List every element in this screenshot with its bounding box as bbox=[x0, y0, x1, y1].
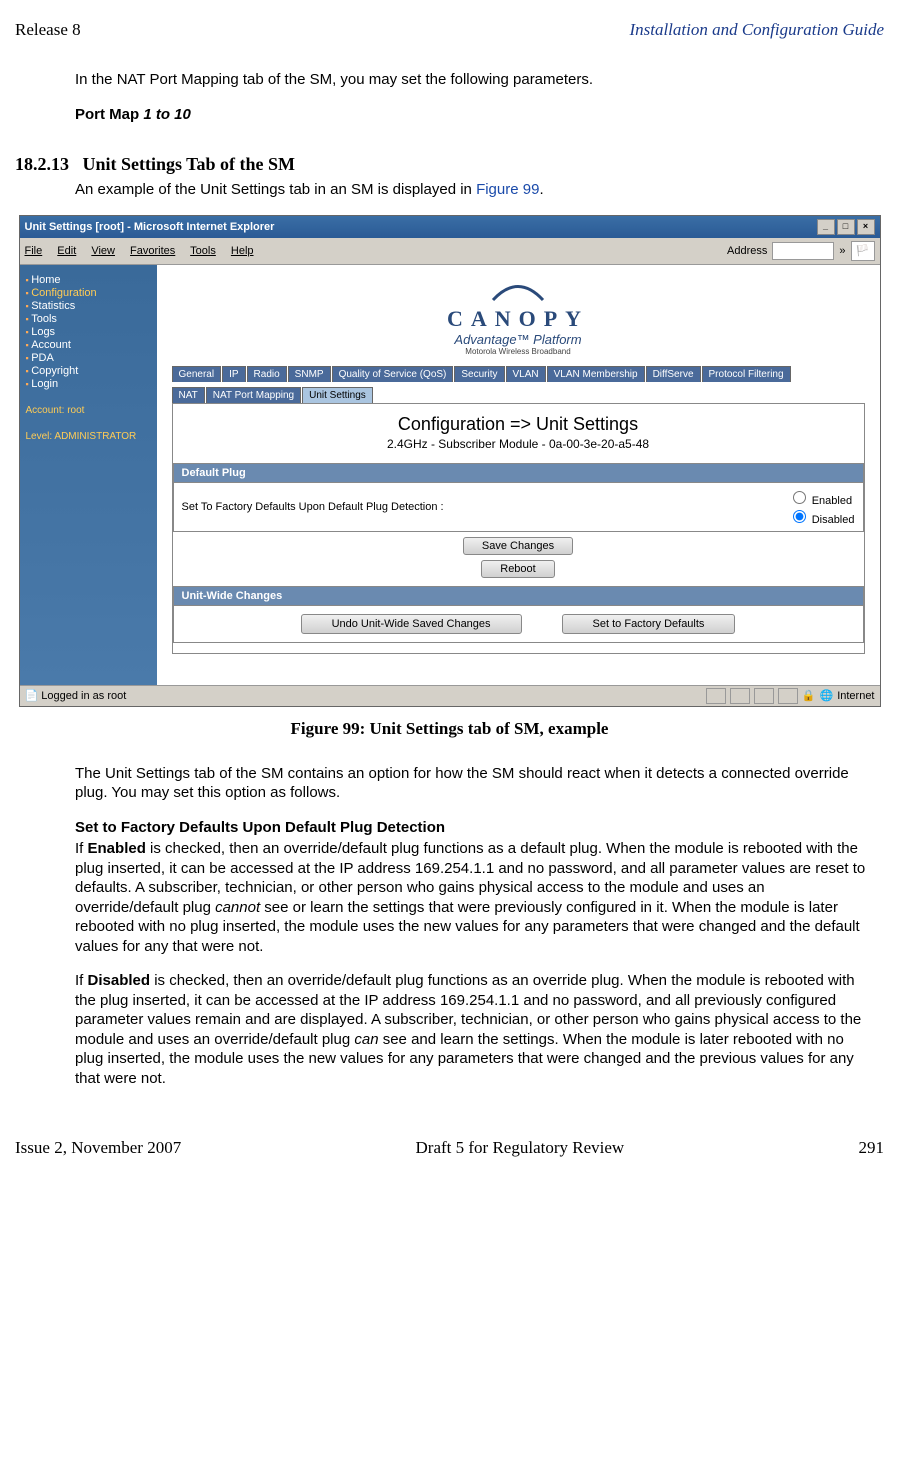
config-subtitle: 2.4GHz - Subscriber Module - 0a-00-3e-20… bbox=[173, 437, 864, 451]
ie-logo-icon: 🏳️ bbox=[851, 241, 875, 261]
after-p2d: cannot bbox=[215, 899, 260, 916]
tab-snmp[interactable]: SNMP bbox=[288, 366, 331, 382]
save-changes-button[interactable]: Save Changes bbox=[463, 537, 573, 555]
sidebar-item-copyright[interactable]: Copyright bbox=[26, 365, 151, 377]
header-guide: Installation and Configuration Guide bbox=[629, 20, 884, 40]
menu-help[interactable]: Help bbox=[231, 245, 254, 257]
tab-vlan-membership[interactable]: VLAN Membership bbox=[547, 366, 645, 382]
canopy-arc-icon bbox=[488, 278, 548, 303]
lock-icon: 🔒 bbox=[802, 689, 816, 702]
tab-unit-settings[interactable]: Unit Settings bbox=[302, 387, 373, 403]
logo: CANOPY Advantage™ Platform Motorola Wire… bbox=[172, 278, 865, 356]
menu-tools[interactable]: Tools bbox=[190, 245, 216, 257]
after-p2a: If bbox=[75, 840, 88, 857]
sidebar-item-statistics[interactable]: Statistics bbox=[26, 300, 151, 312]
browser-window: Unit Settings [root] - Microsoft Interne… bbox=[19, 215, 881, 707]
menu-file[interactable]: File bbox=[25, 245, 43, 257]
status-box-3 bbox=[754, 688, 774, 704]
section-period: . bbox=[539, 181, 543, 198]
header-release: Release 8 bbox=[15, 20, 81, 40]
factory-defaults-button[interactable]: Set to Factory Defaults bbox=[562, 614, 736, 634]
logo-sub: Advantage™ Platform bbox=[172, 332, 865, 347]
window-title: Unit Settings [root] - Microsoft Interne… bbox=[25, 221, 275, 233]
tab-security[interactable]: Security bbox=[454, 366, 504, 382]
default-plug-label: Set To Factory Defaults Upon Default Plu… bbox=[182, 501, 778, 513]
menu-edit[interactable]: Edit bbox=[57, 245, 76, 257]
sidebar-item-home[interactable]: Home bbox=[26, 274, 151, 286]
sidebar-item-pda[interactable]: PDA bbox=[26, 352, 151, 364]
after-p3a: If bbox=[75, 972, 88, 989]
sidebar: Home Configuration Statistics Tools Logs… bbox=[20, 265, 157, 685]
panel-default-plug-header: Default Plug bbox=[173, 463, 864, 483]
panel-unitwide-header: Unit-Wide Changes bbox=[173, 586, 864, 606]
close-icon[interactable]: × bbox=[857, 219, 875, 235]
tab-general[interactable]: General bbox=[172, 366, 222, 382]
sidebar-item-configuration[interactable]: Configuration bbox=[26, 287, 151, 299]
radio-disabled-label: Disabled bbox=[812, 514, 855, 526]
section-lead: An example of the Unit Settings tab in a… bbox=[75, 181, 476, 198]
config-title: Configuration => Unit Settings bbox=[173, 414, 864, 435]
sidebar-item-account[interactable]: Account bbox=[26, 339, 151, 351]
tab-qos[interactable]: Quality of Service (QoS) bbox=[332, 366, 454, 382]
address-label: Address bbox=[727, 245, 767, 257]
status-right: Internet bbox=[837, 690, 874, 702]
tab-nat[interactable]: NAT bbox=[172, 387, 205, 403]
sidebar-item-tools[interactable]: Tools bbox=[26, 313, 151, 325]
figure-ref-link[interactable]: Figure 99 bbox=[476, 181, 539, 198]
section-title: Unit Settings Tab of the SM bbox=[83, 154, 296, 174]
section-number: 18.2.13 bbox=[15, 154, 69, 174]
radio-enabled[interactable]: Enabled bbox=[788, 488, 855, 507]
tab-diffserve[interactable]: DiffServe bbox=[646, 366, 701, 382]
footer-center: Draft 5 for Regulatory Review bbox=[416, 1138, 625, 1158]
tab-protocol-filtering[interactable]: Protocol Filtering bbox=[702, 366, 791, 382]
radio-enabled-input[interactable] bbox=[793, 491, 806, 504]
after-h1: Set to Factory Defaults Upon Default Plu… bbox=[75, 818, 869, 838]
figure-caption: Figure 99: Unit Settings tab of SM, exam… bbox=[15, 719, 884, 739]
portmap-label: Port Map bbox=[75, 106, 143, 123]
intro-paragraph: In the NAT Port Mapping tab of the SM, y… bbox=[75, 70, 869, 90]
menu-view[interactable]: View bbox=[91, 245, 115, 257]
maximize-icon[interactable]: □ bbox=[837, 219, 855, 235]
sidebar-item-login[interactable]: Login bbox=[26, 378, 151, 390]
status-box-2 bbox=[730, 688, 750, 704]
status-left: Logged in as root bbox=[41, 690, 126, 702]
radio-enabled-label: Enabled bbox=[812, 495, 852, 507]
sidebar-item-logs[interactable]: Logs bbox=[26, 326, 151, 338]
portmap-range: 1 to 10 bbox=[143, 106, 191, 123]
status-box-4 bbox=[778, 688, 798, 704]
address-more[interactable]: » bbox=[839, 245, 845, 257]
reboot-button[interactable]: Reboot bbox=[481, 560, 554, 578]
tab-radio[interactable]: Radio bbox=[247, 366, 287, 382]
after-p3b: Disabled bbox=[88, 972, 151, 989]
address-input[interactable] bbox=[772, 242, 834, 260]
menu-bar[interactable]: File Edit View Favorites Tools Help bbox=[25, 245, 266, 257]
tab-nat-port-mapping[interactable]: NAT Port Mapping bbox=[206, 387, 301, 403]
footer-left: Issue 2, November 2007 bbox=[15, 1138, 181, 1158]
tab-vlan[interactable]: VLAN bbox=[506, 366, 546, 382]
logo-text: CANOPY bbox=[172, 306, 865, 332]
status-box-1 bbox=[706, 688, 726, 704]
logo-tag: Motorola Wireless Broadband bbox=[172, 347, 865, 356]
after-p1: The Unit Settings tab of the SM contains… bbox=[75, 764, 869, 803]
undo-changes-button[interactable]: Undo Unit-Wide Saved Changes bbox=[301, 614, 522, 634]
sidebar-level: Level: ADMINISTRATOR bbox=[26, 431, 151, 442]
footer-right: 291 bbox=[859, 1138, 885, 1158]
sidebar-account: Account: root bbox=[26, 405, 151, 416]
radio-disabled[interactable]: Disabled bbox=[788, 507, 855, 526]
menu-favorites[interactable]: Favorites bbox=[130, 245, 175, 257]
minimize-icon[interactable]: _ bbox=[817, 219, 835, 235]
internet-icon: 🌐 bbox=[819, 689, 833, 702]
after-p3d: can bbox=[354, 1031, 378, 1048]
after-p2b: Enabled bbox=[88, 840, 146, 857]
radio-disabled-input[interactable] bbox=[793, 510, 806, 523]
tab-ip[interactable]: IP bbox=[222, 366, 245, 382]
